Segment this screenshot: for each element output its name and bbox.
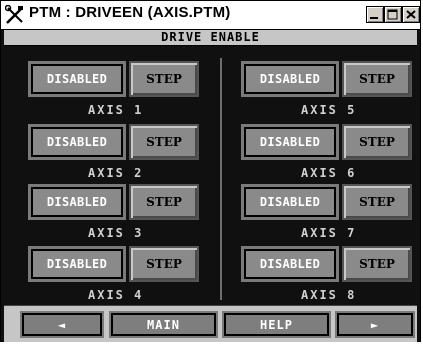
close-icon xyxy=(406,10,416,19)
close-button[interactable] xyxy=(402,6,420,23)
axis-2-status-button[interactable]: DISABLED xyxy=(28,124,126,160)
tools-icon xyxy=(5,5,23,24)
minimize-button[interactable] xyxy=(366,6,384,23)
axis-8-status-button[interactable]: DISABLED xyxy=(241,246,339,282)
axis-6-step-button[interactable]: STEP xyxy=(342,124,412,160)
axis-1-status-button[interactable]: DISABLED xyxy=(28,61,126,97)
arrow-left-icon: ◄ xyxy=(24,315,100,334)
axis-3-status-button[interactable]: DISABLED xyxy=(28,184,126,220)
axis-6-status-button[interactable]: DISABLED xyxy=(241,124,339,160)
axis-3-status-label: DISABLED xyxy=(33,189,121,215)
axis-4-label: AXIS 4 xyxy=(88,288,144,302)
main-label: MAIN xyxy=(113,315,214,334)
axis-1-status-label: DISABLED xyxy=(33,66,121,92)
minimize-icon xyxy=(370,17,378,19)
axis-3-step-button[interactable]: STEP xyxy=(129,184,199,220)
maximize-button[interactable] xyxy=(384,6,402,23)
axis-2-status-label: DISABLED xyxy=(33,129,121,155)
axis-8-status-label: DISABLED xyxy=(246,251,334,277)
maximize-icon xyxy=(387,9,398,20)
axis-7-step-button[interactable]: STEP xyxy=(342,184,412,220)
axis-8-label: AXIS 8 xyxy=(301,288,357,302)
axis-2-step-button[interactable]: STEP xyxy=(129,124,199,160)
axis-6-status-label: DISABLED xyxy=(246,129,334,155)
axis-7-status-button[interactable]: DISABLED xyxy=(241,184,339,220)
axis-6-label: AXIS 6 xyxy=(301,166,357,180)
axis-4-step-button[interactable]: STEP xyxy=(129,246,199,282)
app-window: PTM : DRIVEEN (AXIS.PTM) DRIVE ENABLE DI… xyxy=(0,0,421,342)
help-label: HELP xyxy=(226,315,327,334)
axis-3-label: AXIS 3 xyxy=(88,226,144,240)
axis-5-label: AXIS 5 xyxy=(301,103,357,117)
column-divider xyxy=(220,58,222,300)
arrow-right-icon: ► xyxy=(339,315,411,334)
axis-8-step-button[interactable]: STEP xyxy=(342,246,412,282)
next-button[interactable]: ► xyxy=(335,311,415,338)
axis-1-label: AXIS 1 xyxy=(88,103,144,117)
axis-2-label: AXIS 2 xyxy=(88,166,144,180)
navigation-bar: ◄ MAIN HELP ► xyxy=(4,305,417,342)
axis-4-status-button[interactable]: DISABLED xyxy=(28,246,126,282)
title-bar[interactable]: PTM : DRIVEEN (AXIS.PTM) xyxy=(1,1,420,30)
axis-1-step-button[interactable]: STEP xyxy=(129,61,199,97)
axis-5-status-button[interactable]: DISABLED xyxy=(241,61,339,97)
axis-7-label: AXIS 7 xyxy=(301,226,357,240)
previous-button[interactable]: ◄ xyxy=(20,311,104,338)
section-title: DRIVE ENABLE xyxy=(4,30,417,46)
axis-4-status-label: DISABLED xyxy=(33,251,121,277)
main-button[interactable]: MAIN xyxy=(109,311,218,338)
window-title: PTM : DRIVEEN (AXIS.PTM) xyxy=(29,4,231,21)
axis-5-status-label: DISABLED xyxy=(246,66,334,92)
axis-5-step-button[interactable]: STEP xyxy=(342,61,412,97)
axis-7-status-label: DISABLED xyxy=(246,189,334,215)
help-button[interactable]: HELP xyxy=(222,311,331,338)
